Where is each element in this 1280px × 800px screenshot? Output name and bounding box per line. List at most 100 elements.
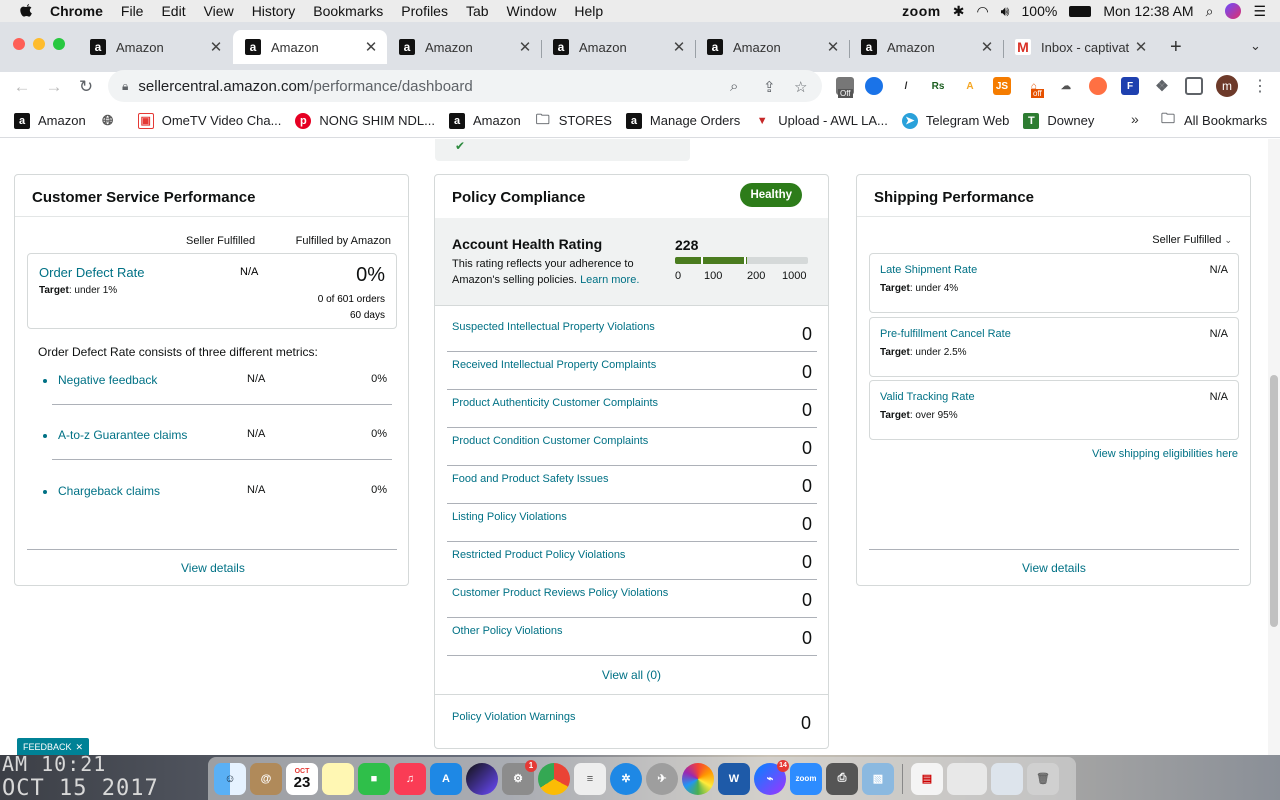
share-icon[interactable]: ⇪ — [763, 78, 776, 96]
metric-link[interactable]: Chargeback claims — [58, 484, 160, 498]
policy-violation-warnings-link[interactable]: Policy Violation Warnings — [452, 711, 576, 723]
printer-icon[interactable]: ⎙ — [826, 762, 858, 795]
metric-link[interactable]: A-to-z Guarantee claims — [58, 428, 187, 442]
extension-f-icon[interactable]: F — [1121, 77, 1139, 95]
view-details-link[interactable]: View details — [181, 561, 245, 575]
order-defect-rate-link[interactable]: Order Defect Rate — [39, 265, 145, 280]
page-scrollbar[interactable] — [1268, 139, 1280, 755]
zoom-status-item[interactable]: zoom — [902, 3, 941, 19]
new-tab-button[interactable]: + — [1170, 36, 1182, 59]
browser-tab[interactable]: M Inbox - captivat ✕ — [1003, 32, 1157, 62]
bookmarks-overflow-icon[interactable]: » — [1131, 111, 1139, 127]
bookmark-nongshim[interactable]: p NONG SHIM NDL... — [295, 112, 435, 129]
screenshot-stack-icon[interactable] — [991, 762, 1023, 795]
policy-link[interactable]: Other Policy Violations — [452, 625, 562, 637]
bookmark-star-icon[interactable]: ☆ — [794, 78, 807, 96]
fulfillment-dropdown[interactable]: Seller Fulfilled ⌄ — [1152, 234, 1232, 246]
bookmark-manage-orders[interactable]: a Manage Orders — [625, 112, 740, 129]
siri-icon[interactable] — [1225, 3, 1242, 19]
apple-icon[interactable] — [18, 3, 34, 19]
bookmark-telegram[interactable]: ➤ Telegram Web — [901, 112, 1009, 129]
browser-tab[interactable]: a Amazon ✕ — [695, 32, 849, 62]
menu-edit[interactable]: Edit — [161, 3, 185, 19]
launchpad-icon[interactable]: ✈ — [646, 762, 678, 795]
word-icon[interactable]: W — [718, 762, 750, 795]
policy-link[interactable]: Received Intellectual Property Complaint… — [452, 359, 656, 371]
menu-clock[interactable]: Mon 12:38 AM — [1103, 3, 1193, 19]
maximize-window-button[interactable] — [53, 38, 65, 50]
extension-js-icon[interactable]: JS — [993, 77, 1011, 95]
document-stack-icon[interactable] — [947, 762, 987, 795]
menu-help[interactable]: Help — [574, 3, 603, 19]
browser-tab[interactable]: a Amazon ✕ — [387, 32, 541, 62]
app-store-icon[interactable]: A — [430, 762, 462, 795]
policy-link[interactable]: Suspected Intellectual Property Violatio… — [452, 321, 655, 333]
menu-history[interactable]: History — [252, 3, 296, 19]
bookmark-ometv[interactable]: ▣ OmeTV Video Cha... — [137, 112, 281, 129]
notes-icon[interactable] — [322, 762, 354, 795]
shipping-metric-link[interactable]: Valid Tracking Rate — [880, 391, 975, 403]
menu-bookmarks[interactable]: Bookmarks — [313, 3, 383, 19]
bookmark-downey[interactable]: T Downey — [1023, 112, 1094, 129]
learn-more-link[interactable]: Learn more. — [580, 274, 639, 286]
extension-blue-icon[interactable] — [865, 77, 883, 95]
scrollbar-thumb[interactable] — [1270, 375, 1278, 627]
side-panel-icon[interactable] — [1185, 77, 1203, 95]
battery-icon[interactable] — [1069, 5, 1092, 17]
address-bar[interactable]: 🔒︎ sellercentral.amazon.com/performance/… — [108, 70, 822, 102]
policy-link[interactable]: Customer Product Reviews Policy Violatio… — [452, 587, 668, 599]
downloads-folder-icon[interactable]: ▤ — [911, 762, 943, 795]
bookmark-stores[interactable]: 🗀︎ STORES — [534, 111, 612, 129]
music-icon[interactable]: ♫ — [394, 762, 426, 795]
extensions-puzzle-icon[interactable]: ❖ — [1153, 77, 1171, 95]
close-tab-icon[interactable]: ✕ — [1133, 38, 1149, 56]
minimize-window-button[interactable] — [33, 38, 45, 50]
url-text[interactable]: sellercentral.amazon.com/performance/das… — [138, 78, 472, 95]
policy-link[interactable]: Food and Product Safety Issues — [452, 473, 609, 485]
siri-dock-icon[interactable] — [466, 762, 498, 795]
volume-icon[interactable]: 🔊︎ — [1001, 3, 1010, 20]
extension-star-icon[interactable]: A — [961, 77, 979, 95]
close-tab-icon[interactable]: ✕ — [825, 38, 841, 56]
view-details-link[interactable]: View details — [1022, 561, 1086, 575]
wifi-icon[interactable]: ◠ — [976, 3, 988, 20]
bluetooth-icon[interactable]: ✱ — [953, 3, 965, 20]
bookmark-globe[interactable]: 🌐︎ — [99, 112, 124, 129]
bookmark-amazon-2[interactable]: a Amazon — [449, 112, 521, 129]
contacts-icon[interactable]: @ — [250, 762, 282, 795]
zoom-magnifier-icon[interactable]: ⌕ — [730, 78, 738, 95]
safari-icon[interactable]: ✲ — [610, 762, 642, 795]
forward-arrow-icon[interactable]: → — [43, 76, 65, 98]
menu-file[interactable]: File — [121, 3, 144, 19]
battery-percent[interactable]: 100% — [1022, 3, 1058, 19]
metric-link[interactable]: Negative feedback — [58, 373, 157, 387]
extension-rs-icon[interactable]: Rs — [929, 77, 947, 95]
close-window-button[interactable] — [13, 38, 25, 50]
preview-icon[interactable]: ▧ — [862, 762, 894, 795]
script-editor-icon[interactable]: ≡ — [574, 762, 606, 795]
tab-search-chevron-icon[interactable]: ⌄ — [1250, 38, 1261, 54]
shipping-metric-link[interactable]: Pre-fulfillment Cancel Rate — [880, 328, 1011, 340]
control-center-icon[interactable]: ☰ — [1253, 3, 1266, 20]
extension-orange-icon[interactable] — [1089, 77, 1107, 95]
close-tab-icon[interactable]: ✕ — [208, 38, 224, 56]
view-all-link[interactable]: View all (0) — [435, 668, 828, 682]
policy-link[interactable]: Product Authenticity Customer Complaints — [452, 397, 658, 409]
close-icon[interactable]: ✕ — [76, 742, 84, 753]
browser-tab[interactable]: a Amazon ✕ — [849, 32, 1003, 62]
bookmark-amazon[interactable]: a Amazon — [14, 112, 86, 129]
shipping-metric-link[interactable]: Late Shipment Rate — [880, 264, 977, 276]
system-preferences-icon[interactable]: ⚙ 1 — [502, 759, 537, 795]
messenger-icon[interactable]: ⌁ 14 — [754, 759, 789, 795]
chrome-icon[interactable] — [538, 762, 570, 795]
close-tab-icon[interactable]: ✕ — [671, 38, 687, 56]
menu-tab[interactable]: Tab — [466, 3, 489, 19]
calendar-icon[interactable]: OCT 23 — [286, 762, 318, 795]
menu-app-name[interactable]: Chrome — [50, 3, 103, 19]
shipping-eligibilities-link[interactable]: View shipping eligibilities here — [1092, 448, 1238, 460]
menu-profiles[interactable]: Profiles — [401, 3, 448, 19]
close-tab-icon[interactable]: ✕ — [363, 38, 379, 56]
policy-link[interactable]: Listing Policy Violations — [452, 511, 567, 523]
finder-icon[interactable]: ☺ — [214, 762, 246, 795]
close-tab-icon[interactable]: ✕ — [517, 38, 533, 56]
